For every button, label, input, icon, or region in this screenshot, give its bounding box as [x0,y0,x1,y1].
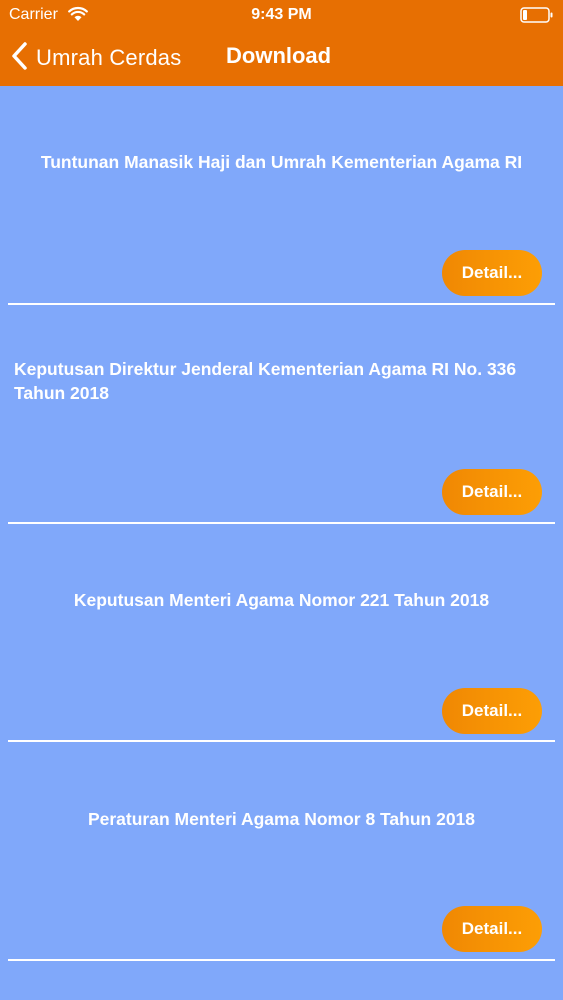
back-button-label: Umrah Cerdas [36,45,182,70]
back-button[interactable]: Umrah Cerdas [10,41,182,76]
detail-button[interactable]: Detail... [442,468,542,515]
document-title: Peraturan Menteri Agama Nomor 8 Tahun 20… [87,808,476,829]
detail-button[interactable]: Detail... [442,906,542,953]
list-item: Keputusan Menteri Agama Nomor 221 Tahun … [0,524,563,743]
navigation-bar: Umrah Cerdas Download [0,30,563,86]
clock: 9:43 PM [251,6,312,23]
list-item: Peraturan Menteri Agama Nomor 8 Tahun 20… [0,742,563,961]
divider [8,959,555,961]
download-list: Tuntunan Manasik Haji dan Umrah Kementer… [0,86,563,961]
battery-icon [520,7,554,28]
document-title: Keputusan Menteri Agama Nomor 221 Tahun … [73,589,490,610]
list-item: Keputusan Direktur Jenderal Kementerian … [0,305,563,524]
detail-button[interactable]: Detail... [442,687,542,734]
chevron-left-icon [10,41,28,76]
status-bar: Carrier 9:43 PM [0,0,563,30]
detail-button[interactable]: Detail... [442,250,542,296]
page-title: Download [226,43,332,68]
document-title: Tuntunan Manasik Haji dan Umrah Kementer… [40,152,523,173]
document-title: Keputusan Direktur Jenderal Kementerian … [14,359,517,404]
list-item: Tuntunan Manasik Haji dan Umrah Kementer… [0,86,563,305]
